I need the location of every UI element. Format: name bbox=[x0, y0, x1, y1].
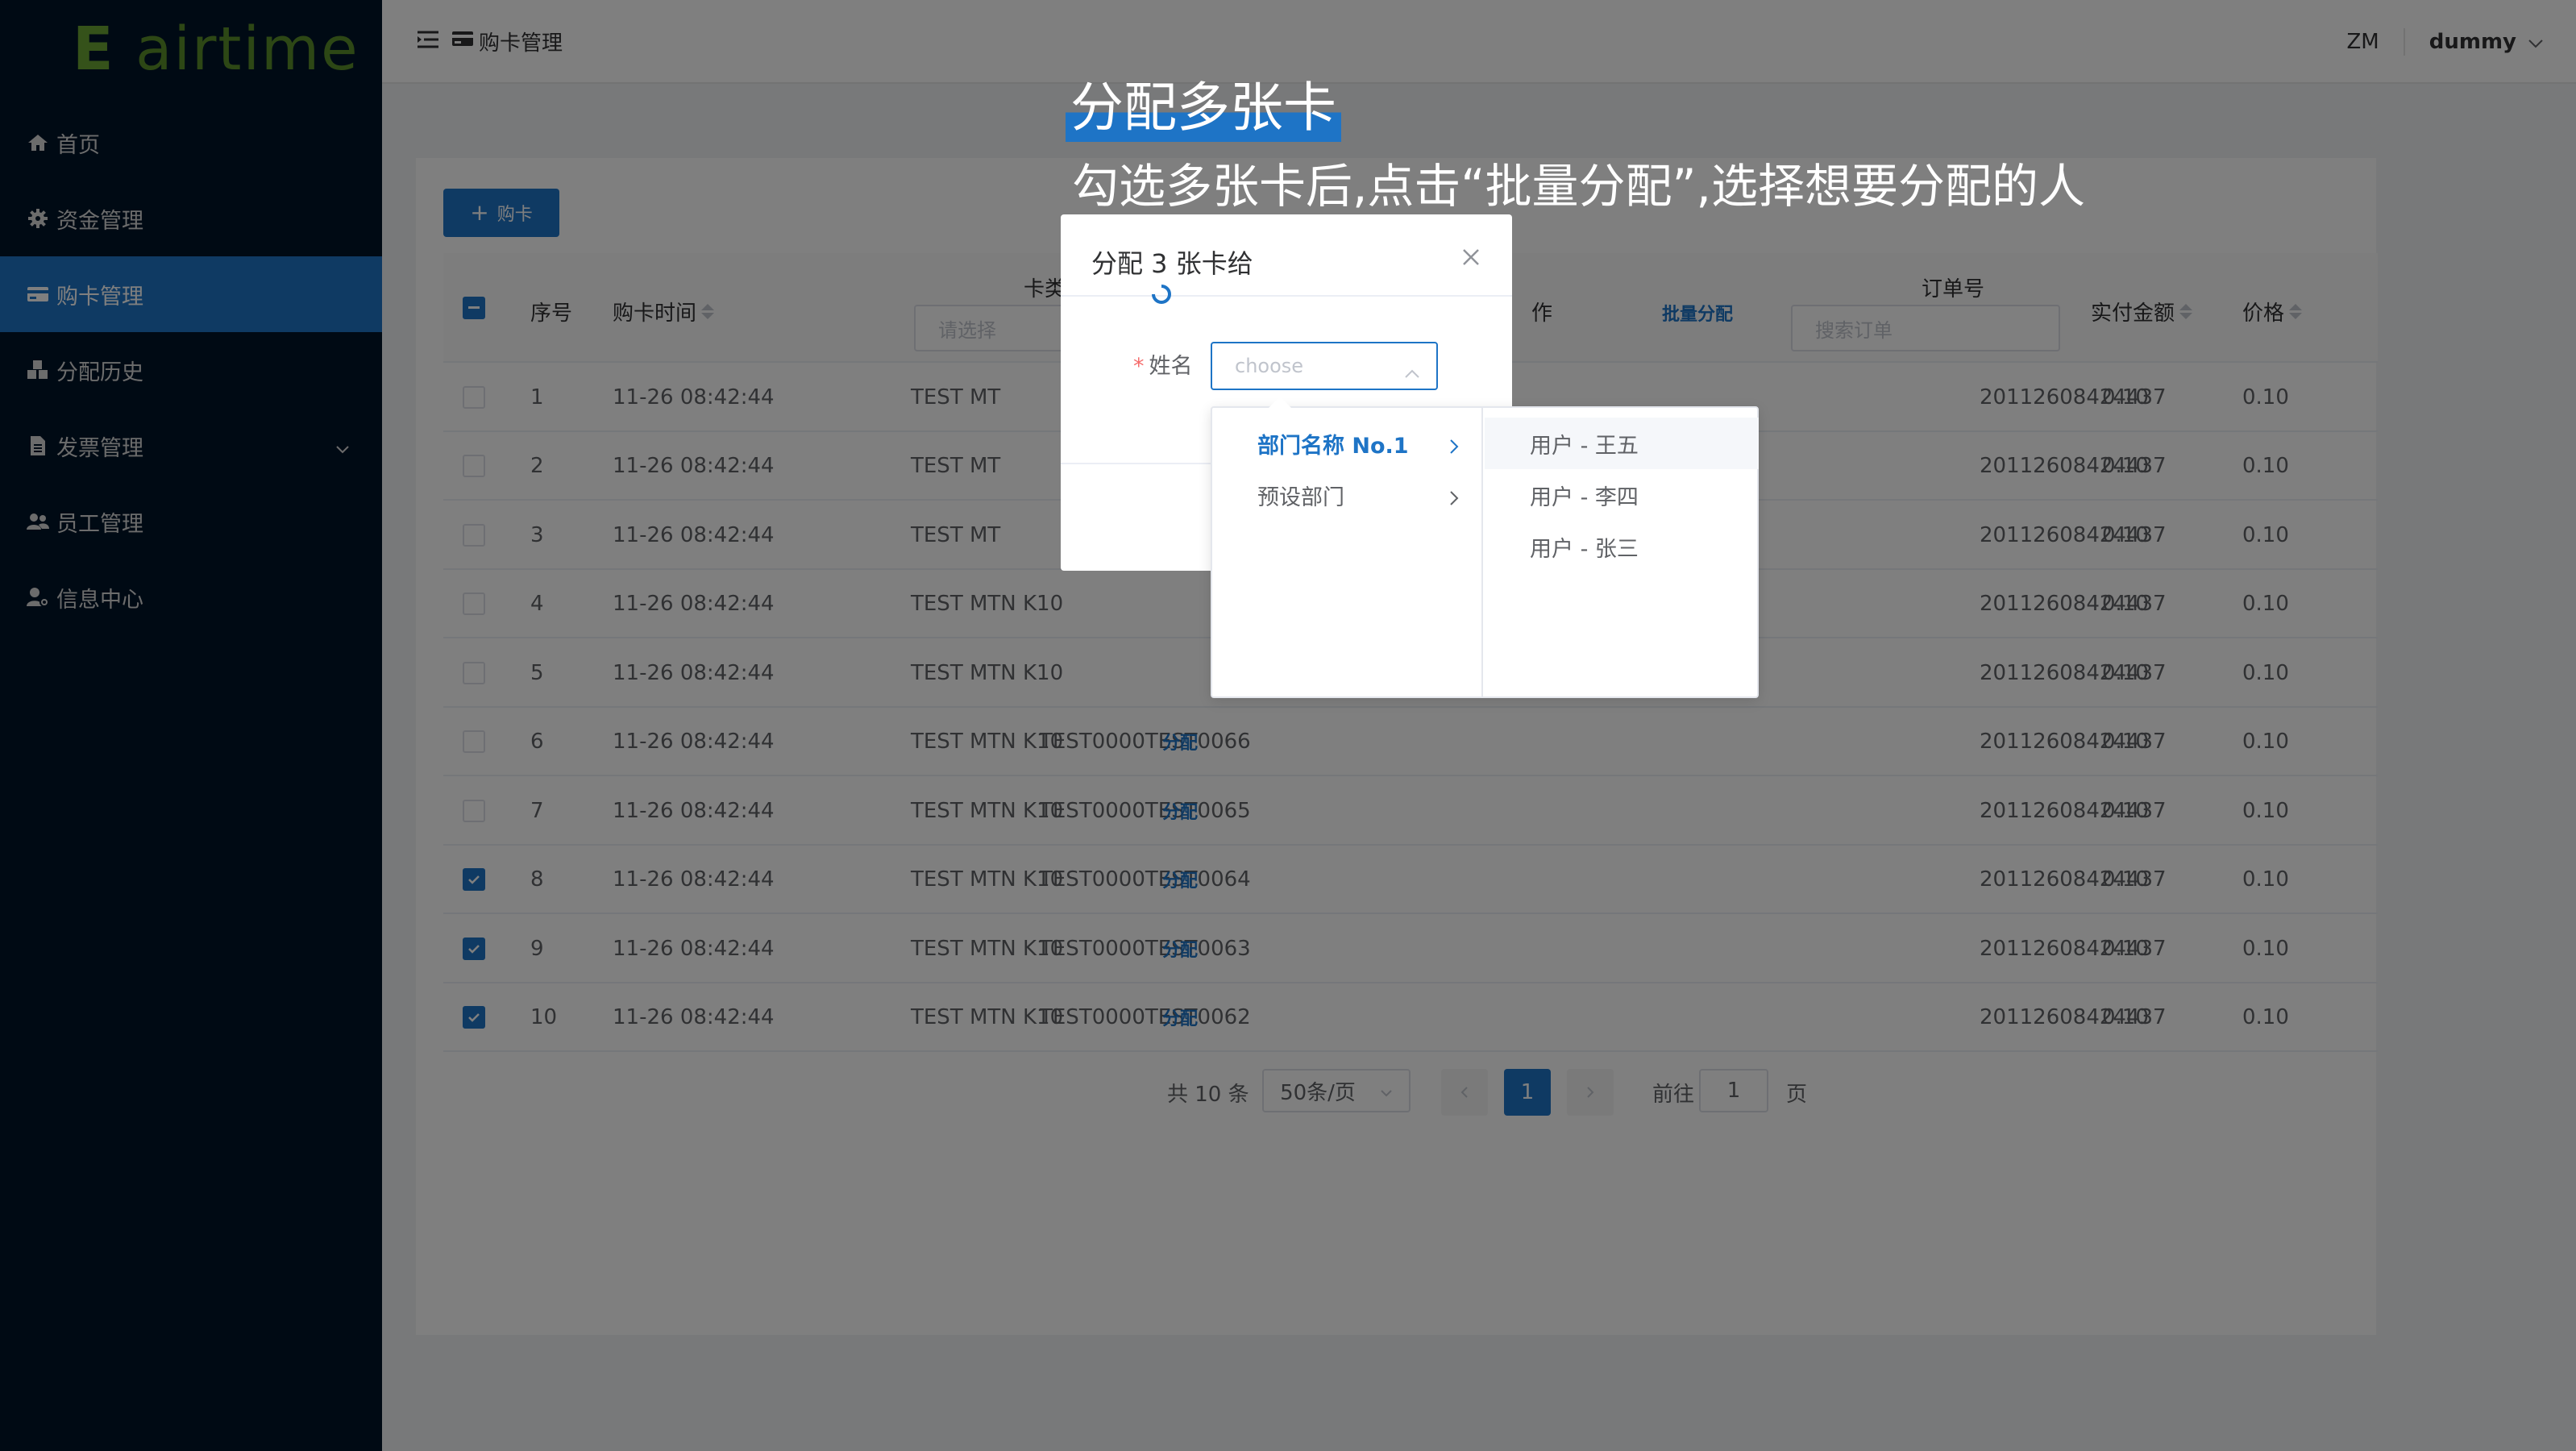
close-icon[interactable] bbox=[1460, 247, 1481, 268]
department-option[interactable]: 预设部门 bbox=[1212, 469, 1481, 521]
user-column: 用户 - 王五 用户 - 李四 用户 - 张三 bbox=[1485, 408, 1759, 696]
tutorial-description: 勾选多张卡后,点击“批量分配”,选择想要分配的人 bbox=[1072, 159, 2085, 214]
loading-spinner-icon bbox=[1151, 284, 1172, 305]
cascader-dropdown: 部门名称 No.1 预设部门 用户 - 王五 用户 - 李四 用户 - 张三 bbox=[1211, 397, 1759, 698]
user-option[interactable]: 用户 - 王五 bbox=[1485, 418, 1759, 469]
department-column: 部门名称 No.1 预设部门 bbox=[1212, 408, 1483, 696]
user-option[interactable]: 用户 - 李四 bbox=[1485, 469, 1759, 521]
department-option[interactable]: 部门名称 No.1 bbox=[1212, 418, 1481, 469]
tutorial-title: 分配多张卡 bbox=[1066, 64, 1341, 142]
chevron-right-icon bbox=[1449, 487, 1459, 512]
divider bbox=[1061, 295, 1512, 297]
name-select[interactable]: choose bbox=[1211, 342, 1438, 390]
dialog-title: 分配 3 张卡给 bbox=[1091, 248, 1253, 279]
required-mark: * bbox=[1133, 354, 1145, 379]
chevron-up-icon bbox=[1404, 361, 1420, 384]
user-option[interactable]: 用户 - 张三 bbox=[1485, 521, 1759, 572]
name-field-label: * 姓名 bbox=[1133, 354, 1193, 379]
chevron-right-icon bbox=[1449, 435, 1459, 460]
